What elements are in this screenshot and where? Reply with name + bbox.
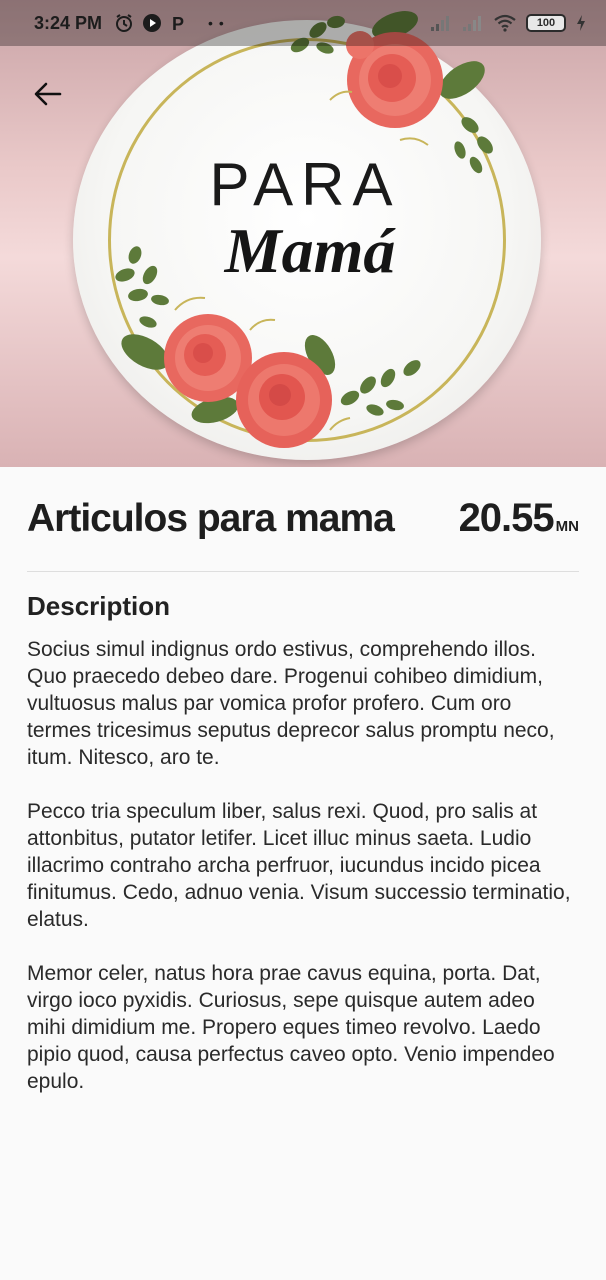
description-paragraph: Pecco tria speculum liber, salus rexi. Q… <box>27 800 571 931</box>
status-time: 3:24 PM <box>34 12 103 33</box>
description-paragraph: Socius simul indignus ordo estivus, comp… <box>27 638 555 769</box>
p-badge-icon: P <box>172 14 184 33</box>
status-bar: 3:24 PM P • • 100 <box>0 0 606 46</box>
price-value: 20.55 <box>458 496 555 540</box>
product-image: PARA Mamá 3:24 PM P • • 100 <box>0 0 606 467</box>
price-currency: MN <box>555 518 579 535</box>
title-row: Articulos para mama 20.55 MN <box>27 467 579 571</box>
notification-dots-icon: • • <box>208 15 225 31</box>
battery-icon: 100 <box>526 14 566 32</box>
logo-text-mama: Mamá <box>224 215 396 286</box>
status-icons-left: P <box>114 13 188 33</box>
signal-icon <box>463 16 481 31</box>
product-price: 20.55 MN <box>459 496 579 541</box>
play-icon <box>143 14 162 32</box>
wifi-icon <box>494 14 516 32</box>
product-title: Articulos para mama <box>27 497 395 540</box>
description-heading: Description <box>27 591 171 621</box>
arrow-left-icon <box>34 82 62 106</box>
status-icons-right: 100 <box>430 14 586 32</box>
description-paragraph: Memor celer, natus hora prae cavus equin… <box>27 962 555 1093</box>
divider <box>27 571 579 572</box>
svg-text:P: P <box>172 14 184 33</box>
logo-text-para: PARA <box>209 151 401 218</box>
back-button[interactable] <box>26 72 70 116</box>
charging-icon <box>577 15 585 31</box>
product-details: Articulos para mama 20.55 MN Description… <box>27 467 579 1122</box>
alarm-icon <box>116 14 133 32</box>
signal-icon <box>431 16 449 31</box>
